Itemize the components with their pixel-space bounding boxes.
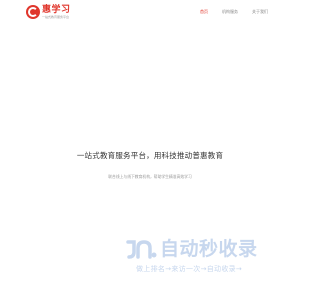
watermark-tagline: 做上排名→来访一次→自动收录→ bbox=[136, 265, 243, 273]
watermark-logo-icon bbox=[126, 240, 157, 259]
hero-subtitle: 联合线上与线下教育机构，帮助学生精准高效学习 bbox=[108, 174, 192, 179]
logo-subtitle: 一站式教育服务平台 bbox=[42, 14, 70, 19]
logo-icon bbox=[26, 5, 40, 19]
watermark-title: 自动秒收录 bbox=[160, 238, 258, 260]
nav-item-home[interactable]: 首页 bbox=[200, 9, 208, 15]
logo-text: 惠学习 一站式教育服务平台 bbox=[42, 4, 71, 19]
page: 惠学习 一站式教育服务平台 首页 机构服务 关于我们 一站式教育服务平台，用科技… bbox=[0, 0, 300, 300]
header: 惠学习 一站式教育服务平台 首页 机构服务 关于我们 bbox=[0, 0, 300, 26]
main-nav: 首页 机构服务 关于我们 bbox=[200, 9, 268, 15]
hero-title: 一站式教育服务平台，用科技推动普惠教育 bbox=[76, 151, 224, 160]
nav-item-institution-services[interactable]: 机构服务 bbox=[222, 9, 238, 15]
watermark: 自动秒收录 做上排名→来访一次→自动收录→ bbox=[126, 238, 286, 278]
nav-item-about-us[interactable]: 关于我们 bbox=[252, 9, 268, 15]
site-logo[interactable]: 惠学习 一站式教育服务平台 bbox=[26, 5, 71, 19]
logo-title: 惠学习 bbox=[42, 4, 71, 15]
